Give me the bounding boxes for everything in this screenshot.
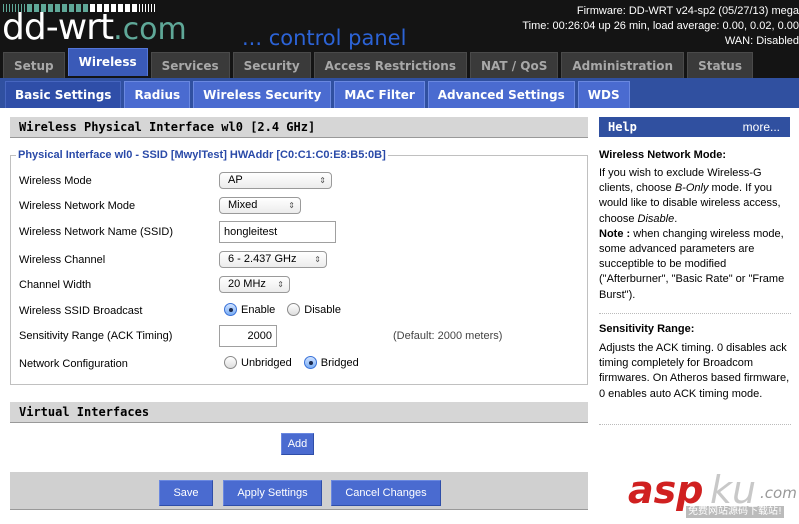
network-config-bridged-radio[interactable] — [303, 356, 317, 369]
tab-status[interactable]: Status — [687, 52, 753, 78]
watermark-brand-b: ku — [710, 468, 757, 512]
help-divider — [599, 424, 791, 425]
network-config-unbridged-label[interactable]: Unbridged — [241, 357, 292, 369]
main-tabs: Setup Wireless Services Security Access … — [3, 48, 753, 78]
select-arrows-icon: ⇕ — [288, 201, 295, 210]
help-topic-heading: Sensitivity Range: — [599, 323, 695, 335]
watermark-slogan: 免费网站源码下载站! — [686, 506, 785, 518]
tab-services[interactable]: Services — [150, 52, 230, 78]
help-topic-text: If you wish to exclude Wireless-G client… — [599, 166, 791, 303]
subtab-radius[interactable]: Radius — [124, 81, 191, 108]
network-config-label: Network Configuration — [19, 358, 128, 370]
physical-interface-fieldset — [10, 155, 588, 385]
tab-administration[interactable]: Administration — [561, 52, 685, 78]
wireless-mode-select[interactable]: AP ⇕ — [219, 172, 332, 189]
subtab-wireless-security[interactable]: Wireless Security — [193, 81, 332, 108]
firmware-info: Firmware: DD-WRT v24-sp2 (05/27/13) mega… — [522, 4, 799, 49]
tagline: ... control panel — [242, 26, 407, 50]
ssid-broadcast-disable-radio[interactable] — [287, 303, 301, 316]
sensitivity-default-hint: (Default: 2000 meters) — [393, 330, 503, 342]
subtab-advanced-settings[interactable]: Advanced Settings — [427, 81, 575, 108]
logo: dd-wrt.com — [2, 8, 187, 50]
logo-main: dd-wrt — [2, 7, 114, 48]
tab-wireless[interactable]: Wireless — [67, 48, 148, 76]
channel-width-value: 20 MHz — [228, 278, 266, 290]
network-config-bridged-label[interactable]: Bridged — [321, 357, 359, 369]
channel-value: 6 - 2.437 GHz — [228, 253, 297, 265]
channel-select[interactable]: 6 - 2.437 GHz ⇕ — [219, 251, 327, 268]
help-header: Help more... — [599, 117, 790, 137]
sensitivity-input[interactable]: 2000 — [219, 325, 277, 347]
ssid-broadcast-label: Wireless SSID Broadcast — [19, 305, 143, 317]
wan-status: WAN: Disabled — [724, 35, 799, 47]
help-topic-text: Adjusts the ACK timing. 0 disables ack t… — [599, 342, 790, 400]
ssid-broadcast-enable-label[interactable]: Enable — [241, 304, 275, 316]
ssid-label: Wireless Network Name (SSID) — [19, 226, 174, 238]
physical-interface-header: Wireless Physical Interface wl0 [2.4 GHz… — [10, 117, 588, 138]
watermark-domain: .com — [760, 484, 797, 502]
channel-width-select[interactable]: 20 MHz ⇕ — [219, 276, 290, 293]
help-more-link[interactable]: more... — [743, 117, 780, 137]
network-config-radio-group: Unbridged Bridged — [224, 356, 371, 369]
help-note-label: Note : — [599, 227, 631, 240]
network-mode-value: Mixed — [228, 199, 258, 211]
wireless-mode-label: Wireless Mode — [19, 175, 92, 187]
firmware-version: Firmware: DD-WRT v24-sp2 (05/27/13) mega — [576, 5, 799, 17]
apply-settings-button[interactable]: Apply Settings — [223, 480, 322, 506]
help-option-name: B-Only — [674, 182, 709, 195]
channel-width-label: Channel Width — [19, 279, 92, 291]
help-divider — [599, 313, 791, 314]
tab-nat-qos[interactable]: NAT / QoS — [469, 52, 559, 78]
subtab-mac-filter[interactable]: MAC Filter — [334, 81, 425, 108]
network-mode-label: Wireless Network Mode — [19, 200, 136, 212]
physical-interface-legend: Physical Interface wl0 - SSID [MwylTest]… — [16, 148, 388, 162]
ssid-input[interactable]: hongleitest — [219, 221, 336, 243]
network-mode-select[interactable]: Mixed ⇕ — [219, 197, 301, 214]
subtab-basic-settings[interactable]: Basic Settings — [5, 81, 122, 108]
wireless-mode-value: AP — [228, 174, 243, 186]
watermark-logo: asp ku .com 免费网站源码下载站! — [628, 470, 798, 520]
network-config-unbridged-radio[interactable] — [224, 356, 237, 369]
cancel-changes-button[interactable]: Cancel Changes — [331, 480, 441, 506]
select-arrows-icon: ⇕ — [319, 176, 326, 185]
logo-domain: .com — [113, 12, 187, 47]
tab-setup[interactable]: Setup — [3, 52, 65, 78]
sensitivity-label: Sensitivity Range (ACK Timing) — [19, 330, 173, 342]
help-option-name: Disable — [637, 212, 675, 225]
channel-label: Wireless Channel — [19, 254, 106, 266]
tab-security[interactable]: Security — [232, 52, 311, 78]
help-network-mode-text: If you wish to exclude Wireless-G client… — [599, 167, 781, 225]
ssid-broadcast-radio-group: Enable Disable — [224, 303, 353, 316]
virtual-interfaces-header: Virtual Interfaces — [10, 402, 588, 423]
sub-tabs: Basic Settings Radius Wireless Security … — [5, 81, 630, 108]
add-virtual-interface-button[interactable]: Add — [281, 433, 314, 455]
uptime: Time: 00:26:04 up 26 min, load average: … — [522, 20, 799, 32]
select-arrows-icon: ⇕ — [314, 255, 321, 264]
ssid-broadcast-enable-radio[interactable] — [224, 303, 237, 316]
save-button[interactable]: Save — [159, 480, 213, 506]
tab-access-restrictions[interactable]: Access Restrictions — [313, 52, 467, 78]
watermark-brand-a: asp — [628, 468, 704, 512]
help-topic-heading: Wireless Network Mode: — [599, 149, 727, 161]
ssid-broadcast-disable-label[interactable]: Disable — [304, 304, 341, 316]
subtab-wds[interactable]: WDS — [577, 81, 630, 108]
select-arrows-icon: ⇕ — [277, 280, 284, 289]
help-title: Help — [608, 120, 637, 134]
